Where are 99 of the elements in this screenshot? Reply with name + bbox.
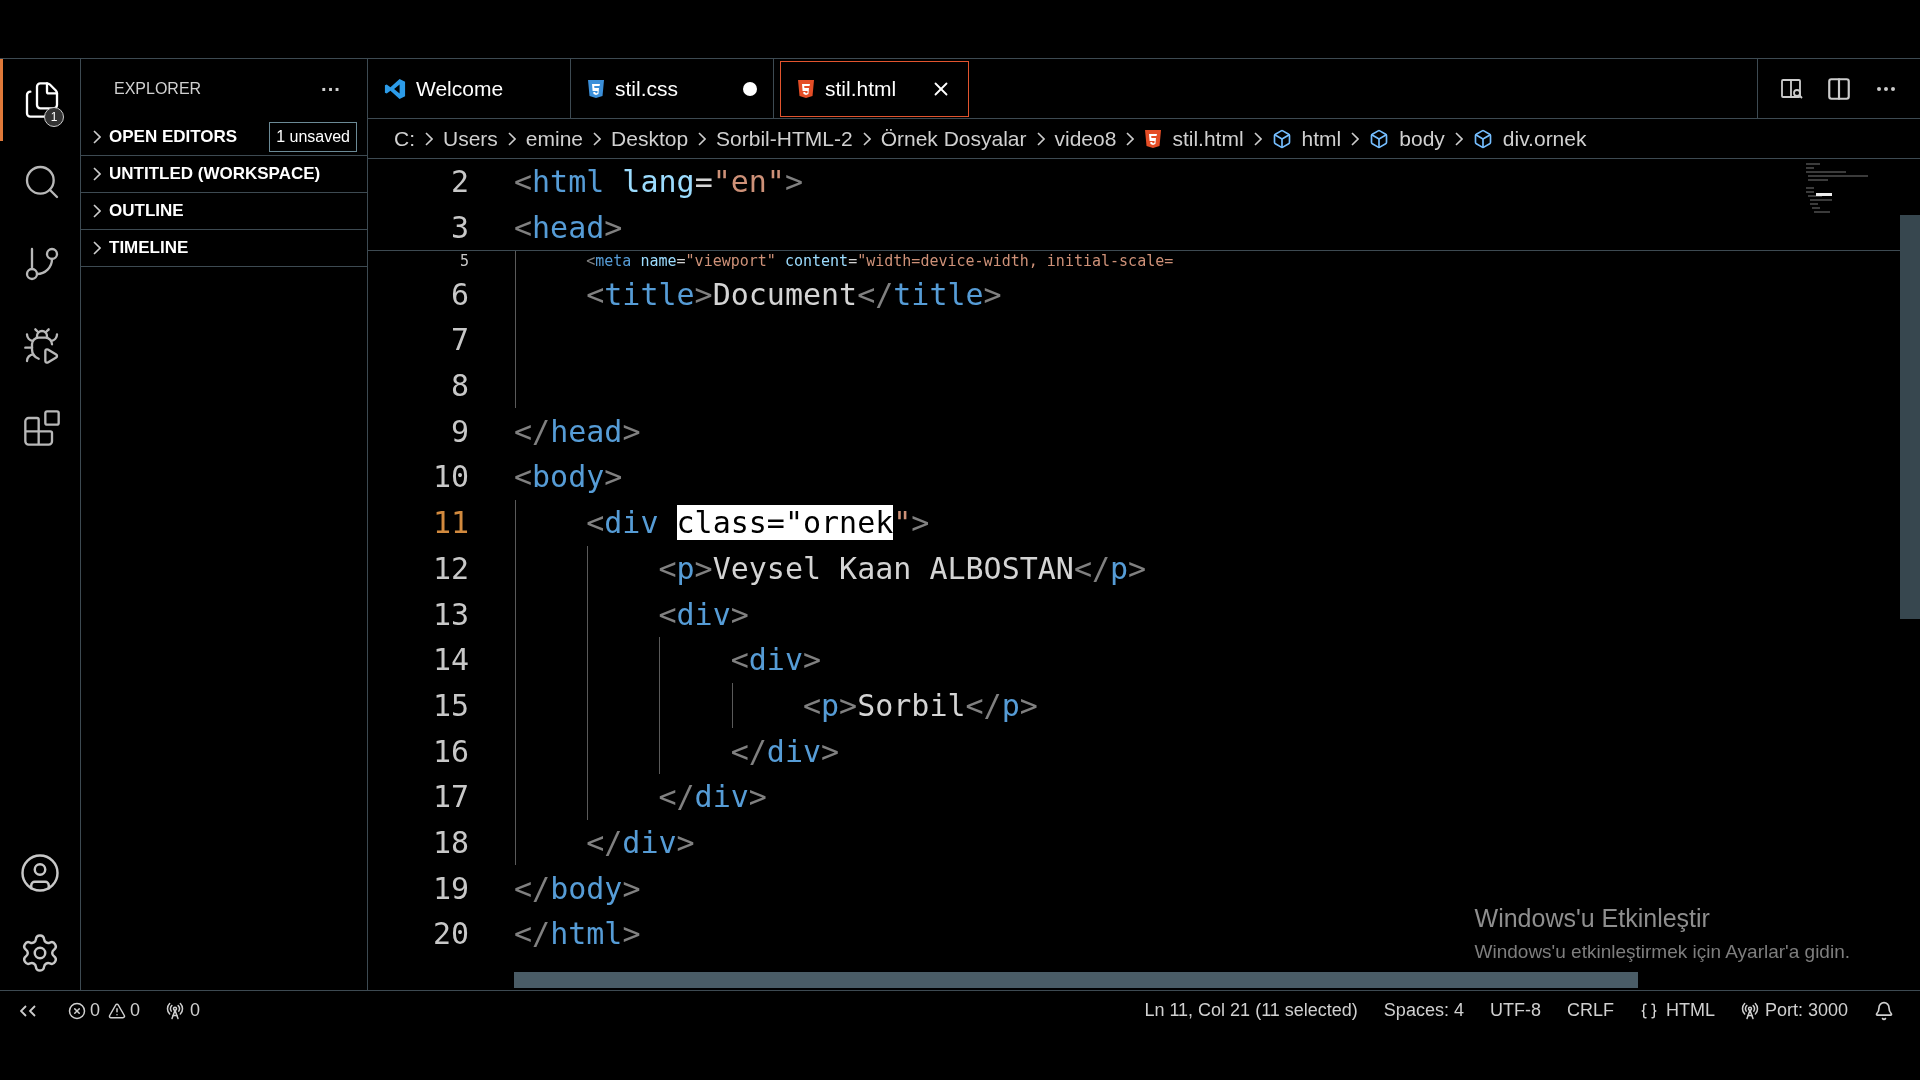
line-number: 19 [431, 869, 469, 908]
line-number: 2 [449, 163, 469, 202]
breadcrumb-item[interactable]: video8 [1054, 122, 1117, 155]
more-actions-button[interactable]: ··· [321, 74, 341, 104]
activation-subtitle: Windows'u etkinleştirmek için Ayarlar'a gidin. [1474, 939, 1850, 964]
cube-icon [1271, 128, 1292, 149]
editor-tab[interactable]: stil.css [571, 59, 774, 118]
breadcrumb-item[interactable]: Desktop [611, 122, 689, 155]
css-file-icon [587, 78, 605, 99]
line-number: 20 [431, 915, 469, 954]
breadcrumb-item[interactable]: html [1301, 122, 1342, 155]
error-icon [68, 1001, 86, 1020]
notifications-icon[interactable] [1874, 1000, 1894, 1021]
breadcrumb-item[interactable]: emine [525, 122, 584, 155]
line-number: 5 [458, 252, 469, 271]
breadcrumb-item[interactable]: body [1399, 122, 1445, 155]
line-number: 15 [431, 686, 469, 725]
sidebar-section-header[interactable]: TIMELINE [109, 235, 189, 261]
code-line: <head> [514, 209, 623, 248]
warning-count[interactable]: 0 [130, 997, 141, 1024]
code-line: </div> [658, 778, 767, 817]
html-file-icon [1144, 128, 1163, 149]
line-number: 16 [431, 732, 469, 771]
code-line: </div> [730, 732, 840, 771]
editor-tab[interactable]: Welcome [368, 59, 571, 118]
breadcrumb-item[interactable]: C: [394, 122, 415, 155]
code-line: </div> [586, 823, 695, 862]
chevron-icon [425, 131, 433, 146]
code-line: <p>Sorbil</p> [802, 686, 1038, 725]
activation-title: Windows'u Etkinleştir [1474, 903, 1711, 934]
breadcrumb-item[interactable]: div.ornek [1502, 122, 1587, 155]
language-mode[interactable]: HTML [1665, 997, 1715, 1024]
activity-bar-item[interactable]: 1 [0, 59, 80, 141]
live-server-port[interactable]: Port: 3000 [1764, 997, 1848, 1024]
breadcrumb-item[interactable]: Users [443, 122, 498, 155]
chevron-icon [1351, 131, 1360, 146]
breadcrumb-item[interactable]: Örnek Dosyalar [880, 122, 1027, 155]
code-line: <meta name="viewport" content="width=device-width, initial-scale= [586, 252, 1174, 271]
line-number: 18 [431, 823, 469, 862]
code-line: </body> [514, 869, 641, 908]
chevron-icon [1036, 131, 1045, 146]
line-number: 14 [431, 641, 469, 680]
status-item[interactable]: Spaces: 4 [1383, 997, 1464, 1024]
sidebar-section-header[interactable]: OPEN EDITORS [109, 124, 238, 150]
line-number: 17 [431, 778, 469, 817]
split-editor-icon[interactable] [1826, 75, 1852, 102]
breadcrumb-item[interactable]: stil.html [1172, 122, 1244, 155]
vertical-scrollbar[interactable] [1900, 215, 1920, 619]
blocks-icon [21, 408, 62, 448]
line-number: 11 [431, 504, 469, 543]
cube-icon [1472, 128, 1493, 149]
minimap-drawing [1806, 163, 1870, 215]
horizontal-scrollbar[interactable] [514, 972, 1638, 988]
sidebar-title: EXPLORER [114, 79, 202, 99]
chevron-icon [593, 131, 602, 146]
code-line: <body> [514, 458, 623, 497]
status-item[interactable]: UTF-8 [1489, 997, 1541, 1024]
account-icon[interactable] [19, 852, 61, 894]
status-item[interactable]: Ln 11, Col 21 (11 selected) [1144, 997, 1358, 1024]
chevron-icon [507, 131, 516, 146]
sidebar-section-header[interactable]: UNTITLED (WORKSPACE) [109, 161, 321, 187]
code-line: <div> [730, 641, 822, 680]
line-number: 12 [431, 549, 469, 588]
unsaved-badge: 1 unsaved [269, 122, 357, 152]
broadcast-icon [166, 1001, 185, 1020]
status-item[interactable]: CRLF [1566, 997, 1614, 1024]
editor-tab[interactable]: stil.html [780, 61, 969, 117]
line-number: 9 [449, 412, 469, 451]
cube-icon [1369, 128, 1390, 149]
html-file-icon [797, 79, 815, 99]
line-number: 3 [449, 209, 469, 248]
chevron-icon [1454, 131, 1463, 146]
remote-icon[interactable] [20, 1004, 36, 1017]
sidebar-section-header[interactable]: OUTLINE [109, 198, 184, 224]
vscode-logo-icon [384, 77, 406, 100]
code-line: <div> [658, 595, 749, 634]
line-number: 13 [431, 595, 469, 634]
code-line: <div class="ornek"> [586, 504, 930, 543]
ports-count[interactable]: 0 [190, 997, 201, 1024]
notification-badge: 1 [44, 107, 64, 127]
line-number: 8 [449, 367, 469, 406]
broadcast-icon [1740, 1001, 1759, 1020]
error-count[interactable]: 0 [90, 997, 100, 1024]
preview-icon[interactable] [1780, 77, 1804, 100]
breadcrumb-item[interactable]: Sorbil-HTML-2 [716, 122, 853, 155]
chevron-icon [1253, 131, 1262, 146]
line-number: 10 [431, 458, 469, 497]
code-line: <html lang="en"> [514, 163, 803, 202]
code-line: <p>Veysel Kaan ALBOSTAN</p> [658, 549, 1147, 588]
line-number: 6 [449, 275, 469, 314]
code-line: </html> [514, 915, 641, 954]
braces-icon [1639, 1001, 1658, 1020]
chevron-icon [698, 131, 707, 146]
chevron-icon [862, 131, 871, 146]
line-number: 7 [449, 321, 469, 360]
code-line: </head> [514, 412, 641, 451]
warning-icon [108, 1001, 126, 1020]
code-line: <title>Document</title> [586, 275, 1002, 314]
chevron-icon [1126, 131, 1135, 146]
